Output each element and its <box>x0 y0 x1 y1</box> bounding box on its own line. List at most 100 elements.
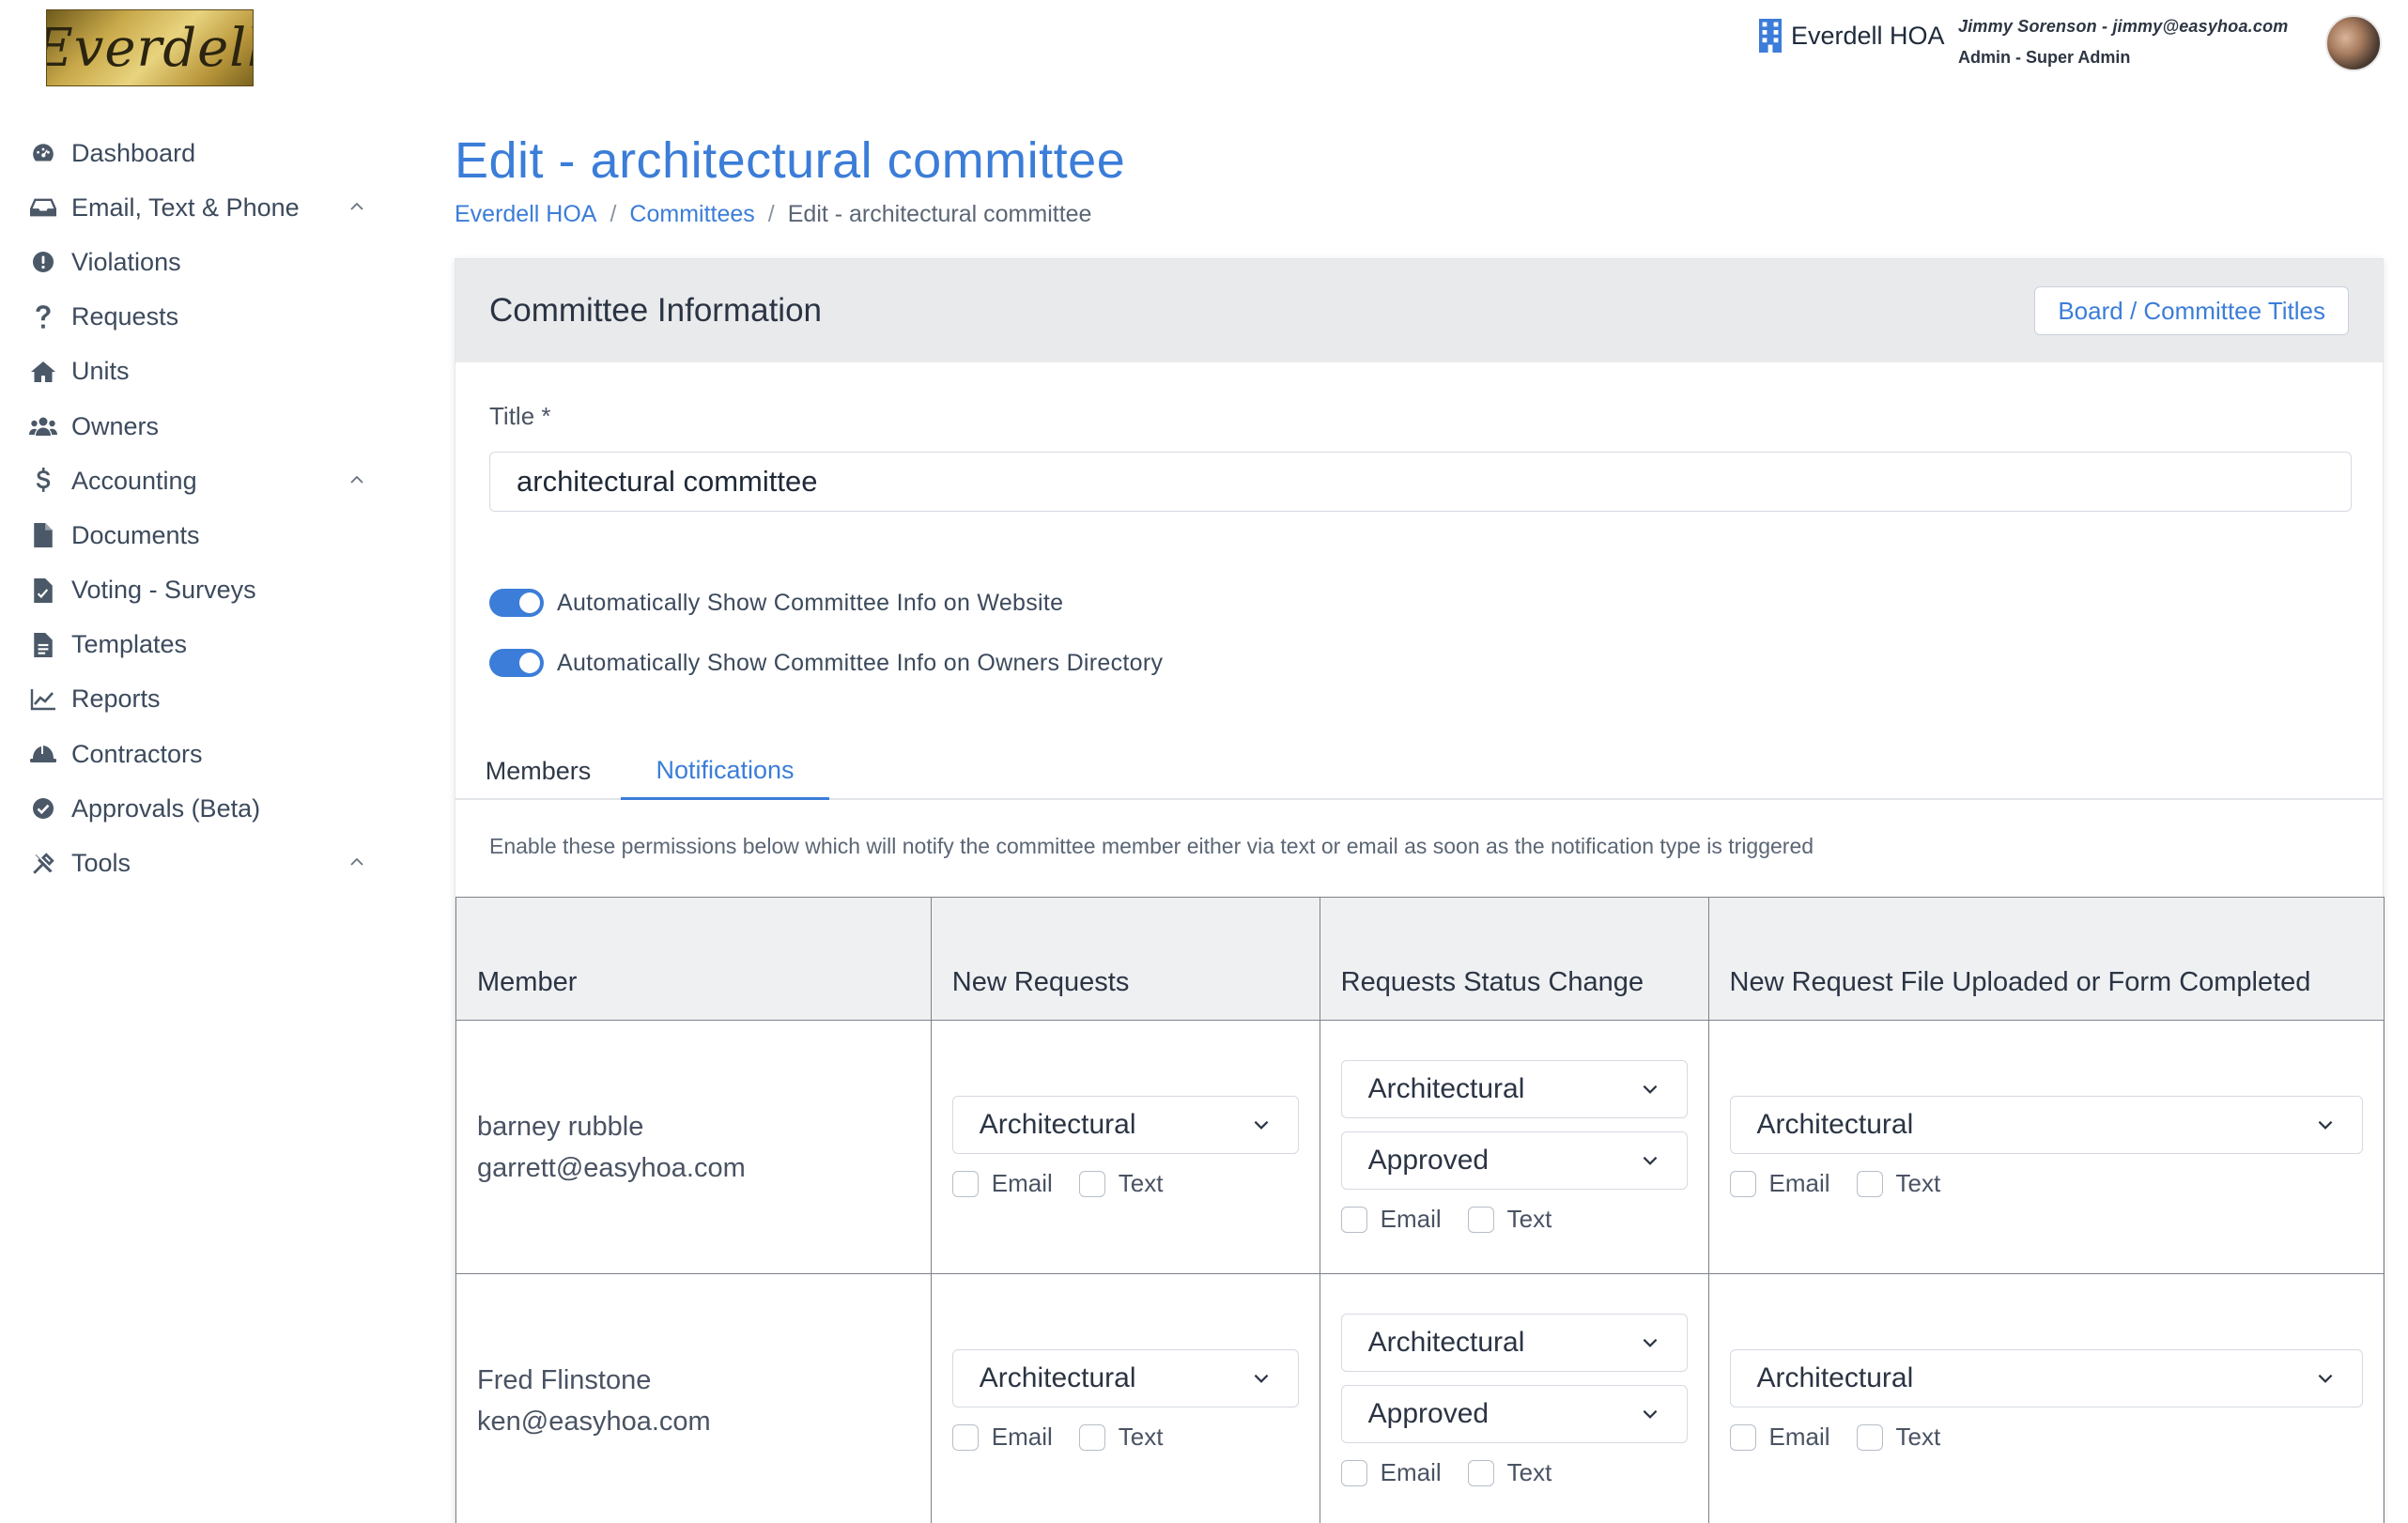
sidebar-item-label: Reports <box>71 685 161 714</box>
toggle-label-website: Automatically Show Committee Info on Web… <box>557 589 1064 616</box>
sidebar-item-label: Dashboard <box>71 138 196 167</box>
vote-icon <box>28 576 58 606</box>
sidebar-item-violations[interactable]: Violations <box>0 235 394 289</box>
board-committee-titles-button[interactable]: Board / Committee Titles <box>2034 286 2349 335</box>
email-checkbox[interactable] <box>1729 1423 1756 1451</box>
sidebar-item-reports[interactable]: Reports <box>0 672 394 727</box>
notify-options: Email Text <box>1729 1423 2364 1452</box>
chevron-down-icon <box>1643 1338 1657 1347</box>
select-value: Architectural <box>979 1362 1136 1393</box>
sidebar-item-accounting[interactable]: Accounting <box>0 454 394 508</box>
org-switcher[interactable]: Everdell HOA <box>1759 19 1945 53</box>
new-requests-cell: Architectural Email Text <box>930 1020 1320 1274</box>
select-value: Architectural <box>1756 1362 1914 1393</box>
email-label: Email <box>1768 1169 1830 1197</box>
email-label: Email <box>1380 1458 1442 1486</box>
header-status-change: Requests Status Change <box>1319 897 1709 1021</box>
chevron-up-icon[interactable] <box>347 470 366 489</box>
email-label: Email <box>1380 1205 1442 1233</box>
chevron-up-icon[interactable] <box>347 853 366 871</box>
file-uploaded-type-select[interactable]: Architectural <box>1729 1349 2363 1408</box>
page-title: Edit - architectural committee <box>455 132 1126 189</box>
text-checkbox[interactable] <box>1467 1459 1494 1486</box>
sidebar-item-requests[interactable]: Requests <box>0 290 394 345</box>
breadcrumb-home-link[interactable]: Everdell HOA <box>455 201 596 228</box>
status-type-select[interactable]: Architectural <box>1340 1314 1688 1372</box>
text-label: Text <box>1506 1458 1552 1486</box>
status-value-select[interactable]: Approved <box>1340 1131 1688 1190</box>
tools-icon <box>28 849 58 879</box>
email-checkbox[interactable] <box>1340 1206 1367 1233</box>
chevron-up-icon[interactable] <box>347 197 366 216</box>
user-info[interactable]: Jimmy Sorenson - jimmy@easyhoa.com Admin… <box>1958 17 2288 68</box>
sidebar-item-tools[interactable]: Tools <box>0 836 394 890</box>
new-requests-type-select[interactable]: Architectural <box>951 1096 1299 1154</box>
status-change-cell: Architectural Approved Email Text <box>1319 1020 1709 1274</box>
sidebar-item-dashboard[interactable]: Dashboard <box>0 126 394 180</box>
email-checkbox[interactable] <box>951 1170 979 1197</box>
email-label: Email <box>991 1423 1053 1451</box>
file-uploaded-cell: Architectural Email Text <box>1707 1273 2385 1523</box>
org-name: Everdell HOA <box>1791 21 1945 50</box>
sidebar-item-label: Units <box>71 357 130 386</box>
alert-icon <box>28 247 58 277</box>
text-checkbox[interactable] <box>1856 1423 1883 1451</box>
user-role: Admin - Super Admin <box>1958 48 2131 67</box>
breadcrumb-current: Edit - architectural committee <box>787 201 1092 227</box>
email-label: Email <box>991 1169 1053 1197</box>
committee-info-card: Committee Information Board / Committee … <box>455 258 2385 1523</box>
member-name: barney rubble <box>477 1111 644 1142</box>
sidebar-item-label: Documents <box>71 520 200 549</box>
sidebar-item-templates[interactable]: Templates <box>0 618 394 672</box>
tab-members[interactable]: Members <box>455 743 621 800</box>
select-value: Architectural <box>979 1109 1136 1140</box>
email-checkbox[interactable] <box>1729 1170 1756 1197</box>
chevron-down-icon <box>1643 1156 1657 1165</box>
avatar[interactable] <box>2325 15 2382 71</box>
text-checkbox[interactable] <box>1856 1170 1883 1197</box>
sidebar-item-label: Accounting <box>71 466 197 495</box>
show-on-website-toggle[interactable] <box>489 589 544 617</box>
breadcrumb-committees-link[interactable]: Committees <box>629 201 754 228</box>
show-on-directory-toggle[interactable] <box>489 649 544 677</box>
sidebar-item-documents[interactable]: Documents <box>0 508 394 562</box>
hardhat-icon <box>28 739 58 769</box>
text-checkbox[interactable] <box>1078 1170 1105 1197</box>
sidebar-item-email-text-phone[interactable]: Email, Text & Phone <box>0 180 394 235</box>
new-requests-type-select[interactable]: Architectural <box>951 1349 1299 1408</box>
org-logo[interactable]: Everdell <box>46 9 254 86</box>
status-value-select[interactable]: Approved <box>1340 1385 1688 1443</box>
breadcrumb-separator: / <box>610 201 617 227</box>
inbox-icon <box>28 192 58 223</box>
text-label: Text <box>1895 1169 1941 1197</box>
tab-notifications[interactable]: Notifications <box>621 743 829 800</box>
email-checkbox[interactable] <box>1340 1459 1367 1486</box>
sidebar-item-units[interactable]: Units <box>0 345 394 399</box>
chart-icon <box>28 685 58 715</box>
chevron-down-icon <box>1643 1085 1657 1094</box>
sidebar-item-owners[interactable]: Owners <box>0 399 394 454</box>
document-icon <box>28 520 58 550</box>
table-row: barney rubble garrett@easyhoa.com Archit… <box>455 1020 2385 1274</box>
sidebar-item-label: Contractors <box>71 739 203 768</box>
member-email: ken@easyhoa.com <box>477 1406 711 1437</box>
title-input[interactable] <box>489 452 2352 512</box>
users-icon <box>28 411 58 441</box>
chevron-down-icon <box>1643 1409 1657 1419</box>
header-file-uploaded: New Request File Uploaded or Form Comple… <box>1707 897 2385 1021</box>
member-cell: barney rubble garrett@easyhoa.com <box>455 1020 932 1274</box>
sidebar-item-contractors[interactable]: Contractors <box>0 727 394 781</box>
sidebar-item-label: Approvals (Beta) <box>71 793 261 823</box>
chevron-down-icon <box>1254 1374 1269 1383</box>
file-uploaded-type-select[interactable]: Architectural <box>1729 1096 2363 1154</box>
breadcrumb: Everdell HOA / Committees / Edit - archi… <box>455 201 1091 228</box>
sidebar-item-approvals[interactable]: Approvals (Beta) <box>0 781 394 836</box>
sidebar-item-label: Requests <box>71 302 179 331</box>
email-checkbox[interactable] <box>951 1423 979 1451</box>
text-checkbox[interactable] <box>1467 1206 1494 1233</box>
sidebar-item-voting-surveys[interactable]: Voting - Surveys <box>0 563 394 618</box>
status-type-select[interactable]: Architectural <box>1340 1060 1688 1118</box>
notify-options: Email Text <box>951 1169 1299 1198</box>
text-checkbox[interactable] <box>1078 1423 1105 1451</box>
chevron-down-icon <box>2318 1374 2333 1383</box>
